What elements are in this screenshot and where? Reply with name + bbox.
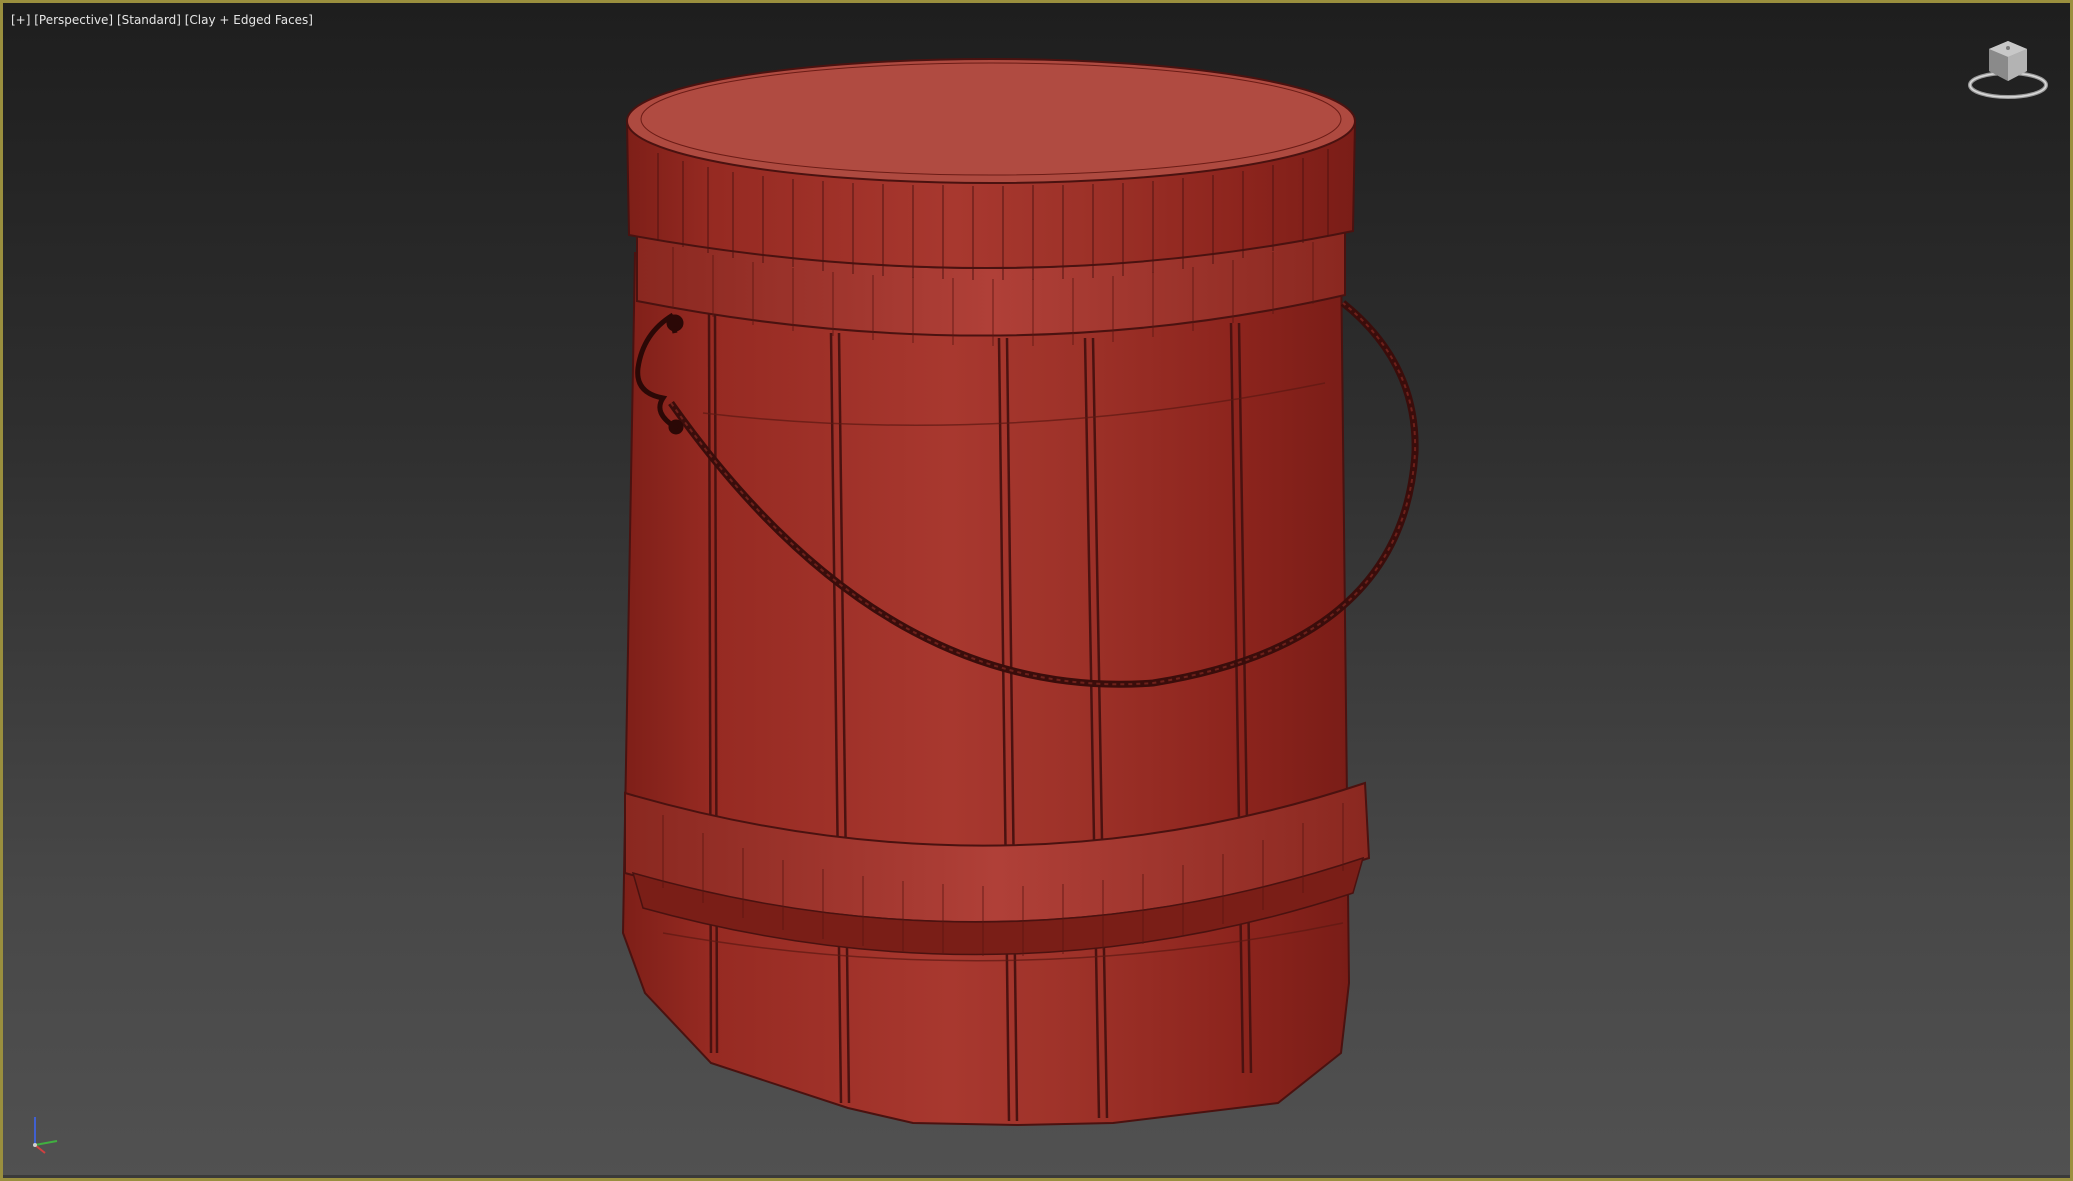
bottom-strip bbox=[3, 1175, 2070, 1178]
bucket-model[interactable] bbox=[3, 3, 2070, 1178]
viewcube-icon[interactable] bbox=[1965, 37, 2051, 103]
axis-tripod-icon bbox=[33, 1117, 58, 1154]
viewport-perspective[interactable]: [+] [Perspective] [Standard] [Clay + Edg… bbox=[0, 0, 2073, 1181]
